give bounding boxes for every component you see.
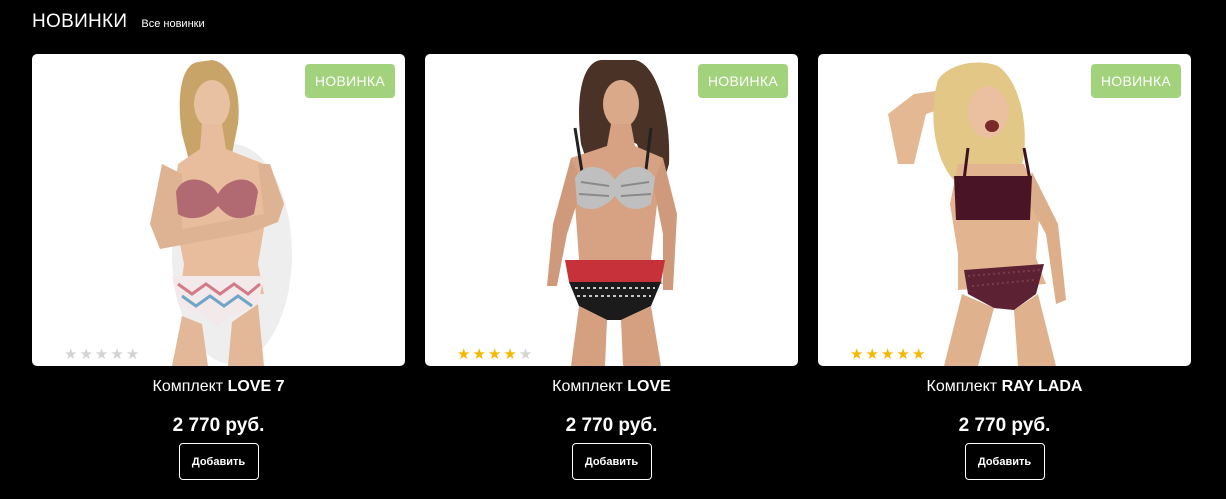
new-badge: НОВИНКА xyxy=(1090,64,1181,98)
star-icon[interactable]: ★ xyxy=(110,347,123,362)
new-badge: НОВИНКА xyxy=(304,64,395,98)
star-icon[interactable]: ★ xyxy=(488,347,501,362)
star-icon[interactable]: ★ xyxy=(503,347,516,362)
section-title: НОВИНКИ xyxy=(32,11,128,32)
rating-stars[interactable]: ★ ★ ★ ★ ★ xyxy=(850,347,925,362)
product-name-model: RAY LADA xyxy=(1001,378,1083,395)
new-badge: НОВИНКА xyxy=(697,64,788,98)
section-header: НОВИНКИ Все новинки xyxy=(32,11,205,33)
product-name[interactable]: Комплект LOVE xyxy=(425,376,798,398)
product-price: 2 770 руб. xyxy=(958,415,1051,436)
product-card: НОВИНКА ★ ★ ★ ★ ★ Комплект LOVE 2 770 ру… xyxy=(425,54,798,480)
add-to-cart-button[interactable]: Добавить xyxy=(964,443,1045,480)
star-icon[interactable]: ★ xyxy=(912,347,925,362)
product-image[interactable]: НОВИНКА ★ ★ ★ ★ ★ xyxy=(425,54,798,366)
star-icon[interactable]: ★ xyxy=(519,347,532,362)
product-name[interactable]: Комплект LOVE 7 xyxy=(32,376,405,398)
star-icon[interactable]: ★ xyxy=(79,347,92,362)
product-photo xyxy=(547,60,677,366)
product-price: 2 770 руб. xyxy=(565,415,658,436)
add-to-cart-button[interactable]: Добавить xyxy=(571,443,652,480)
product-photo xyxy=(888,62,1066,366)
product-name[interactable]: Комплект RAY LADA xyxy=(818,376,1191,398)
star-icon[interactable]: ★ xyxy=(457,347,470,362)
star-icon[interactable]: ★ xyxy=(896,347,909,362)
rating-stars[interactable]: ★ ★ ★ ★ ★ xyxy=(64,347,139,362)
add-to-cart-button[interactable]: Добавить xyxy=(178,443,259,480)
product-name-prefix: Комплект xyxy=(926,378,1002,395)
star-icon[interactable]: ★ xyxy=(850,347,863,362)
product-photo xyxy=(150,60,292,366)
product-image[interactable]: НОВИНКА ★ ★ ★ ★ ★ xyxy=(818,54,1191,366)
star-icon[interactable]: ★ xyxy=(95,347,108,362)
product-name-prefix: Комплект xyxy=(552,378,628,395)
product-name-prefix: Комплект xyxy=(152,378,228,395)
star-icon[interactable]: ★ xyxy=(64,347,77,362)
product-card: НОВИНКА ★ ★ ★ ★ ★ Комплект LOVE 7 2 770 … xyxy=(32,54,405,480)
product-name-model: LOVE xyxy=(627,378,671,395)
star-icon[interactable]: ★ xyxy=(881,347,894,362)
rating-stars[interactable]: ★ ★ ★ ★ ★ xyxy=(457,347,532,362)
star-icon[interactable]: ★ xyxy=(865,347,878,362)
star-icon[interactable]: ★ xyxy=(472,347,485,362)
product-name-model: LOVE 7 xyxy=(227,378,285,395)
product-card: НОВИНКА ★ ★ ★ ★ ★ Комплект RAY LADA 2 77… xyxy=(818,54,1191,480)
star-icon[interactable]: ★ xyxy=(126,347,139,362)
product-price: 2 770 руб. xyxy=(172,415,265,436)
product-image[interactable]: НОВИНКА ★ ★ ★ ★ ★ xyxy=(32,54,405,366)
all-new-link[interactable]: Все новинки xyxy=(141,18,204,30)
